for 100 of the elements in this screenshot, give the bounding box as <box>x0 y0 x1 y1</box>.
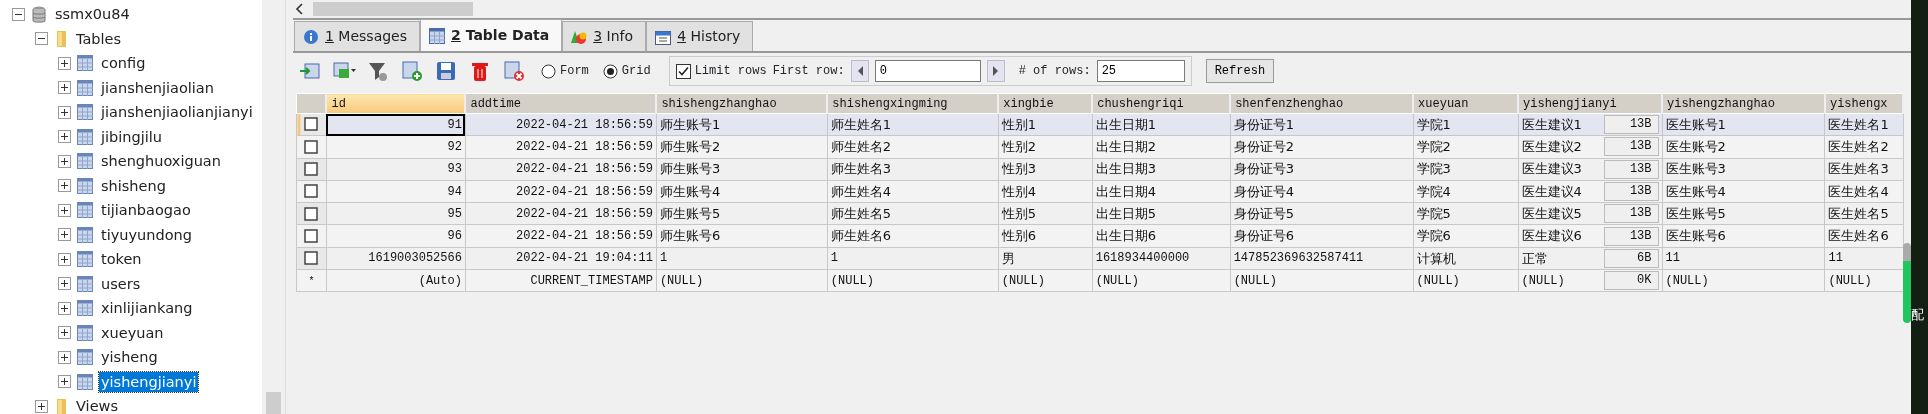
vertical-scrollbar[interactable] <box>262 0 285 414</box>
input-field[interactable]: 25 <box>1096 60 1185 82</box>
table-cell: 93 <box>326 158 466 181</box>
table-icon <box>429 27 446 44</box>
add-row-icon[interactable] <box>401 60 425 82</box>
row-checkbox[interactable] <box>304 184 319 199</box>
table-cell-text: 医生建议3 <box>1521 160 1582 179</box>
tree-item[interactable]: yisheng <box>99 347 160 368</box>
vertical-scrollbar[interactable] <box>1903 243 1911 323</box>
table-cell: 1 <box>827 247 999 270</box>
row-checkbox[interactable] <box>304 251 319 266</box>
tree-item[interactable]: tiyuyundong <box>99 224 194 245</box>
row-checkbox[interactable] <box>304 162 319 177</box>
table-cell: 男 <box>998 247 1093 270</box>
collapse-icon[interactable] <box>12 7 25 21</box>
column-header[interactable]: shenfenzhenghao <box>1230 93 1414 114</box>
table-cell: 师生姓名6 <box>827 225 999 248</box>
tree-item[interactable]: shenghuoxiguan <box>99 151 223 172</box>
table-cell: 出生日期1 <box>1092 113 1231 136</box>
desktop-text: 配 <box>1911 307 1924 322</box>
refresh-button[interactable]: Refresh <box>1205 59 1275 83</box>
tree-item[interactable]: Tables <box>74 28 124 49</box>
tree-item[interactable]: tijianbaogao <box>99 200 193 221</box>
radio-button[interactable]: Form <box>541 62 589 80</box>
expand-icon[interactable] <box>58 228 71 242</box>
tree-item[interactable]: yishengjianyi <box>99 371 199 392</box>
expand-icon[interactable] <box>58 326 71 340</box>
expand-icon[interactable] <box>58 203 71 217</box>
row-checkbox[interactable] <box>304 117 319 132</box>
row-checkbox[interactable] <box>304 139 319 154</box>
column-header[interactable]: addtime <box>465 93 657 114</box>
column-header[interactable]: yishengjianyi <box>1518 93 1662 114</box>
expand-icon[interactable] <box>58 179 71 193</box>
table-cell: 92 <box>326 135 466 159</box>
cancel-icon[interactable] <box>503 60 527 82</box>
checkbox-icon[interactable] <box>675 63 691 79</box>
tab[interactable]: 3 Info <box>562 21 647 51</box>
tree-item[interactable]: xinlijiankang <box>99 298 195 319</box>
tree-item[interactable]: Views <box>74 396 120 414</box>
expand-icon[interactable] <box>58 277 71 291</box>
column-header[interactable]: shishengxingming <box>827 93 999 114</box>
table-cell: 性别3 <box>998 158 1093 181</box>
tree-item[interactable]: ssmx0u84 <box>53 4 132 25</box>
input-field[interactable]: 0 <box>874 60 981 82</box>
table-cell: 身份证号4 <box>1230 180 1414 203</box>
tree-item[interactable]: jianshenjiaolianjianyi <box>99 102 255 123</box>
table-cell-text: 医生建议4 <box>1521 182 1582 201</box>
expand-icon[interactable] <box>58 301 71 315</box>
row-checkbox[interactable] <box>304 206 319 221</box>
tree-item[interactable]: jibingjilu <box>99 126 164 147</box>
table-cell: 师生姓名1 <box>827 113 999 136</box>
table-cell: 医生账号5 <box>1662 202 1825 225</box>
right-arrow-icon[interactable] <box>991 65 1000 77</box>
table-cell: 身份证号5 <box>1230 202 1414 225</box>
column-header[interactable]: xingbie <box>998 93 1093 114</box>
row-header[interactable] <box>296 113 327 136</box>
column-header[interactable]: chushengriqi <box>1092 93 1231 114</box>
expand-icon[interactable] <box>58 350 71 364</box>
checkbox[interactable]: Limit rows <box>675 62 767 80</box>
expand-icon[interactable] <box>58 105 71 119</box>
expand-icon[interactable] <box>58 130 71 144</box>
table-cell: (NULL) <box>1662 269 1825 292</box>
row-header[interactable]: * <box>296 269 327 292</box>
tree-item[interactable]: users <box>99 273 143 294</box>
tree-item[interactable]: xueyuan <box>99 322 166 343</box>
expand-icon[interactable] <box>58 252 71 266</box>
tab[interactable]: 1 Messages <box>294 21 421 51</box>
table-icon <box>77 275 93 292</box>
tree-item[interactable]: token <box>99 249 144 270</box>
new-row-marker: * <box>308 275 315 287</box>
table-cell: 1619003052566 <box>326 247 466 270</box>
tree-item[interactable]: jianshenjiaolian <box>99 77 216 98</box>
column-header[interactable]: xueyuan <box>1413 93 1519 114</box>
radio-icon[interactable] <box>602 63 618 79</box>
column-header[interactable]: yishengx <box>1824 93 1903 114</box>
expand-icon[interactable] <box>58 375 71 389</box>
column-header[interactable]: shishengzhanghao <box>656 93 828 114</box>
expand-icon[interactable] <box>58 56 71 70</box>
next-button[interactable] <box>986 60 1005 82</box>
collapse-icon[interactable] <box>35 32 48 46</box>
table-icon <box>77 373 93 390</box>
radio-icon[interactable] <box>541 63 556 79</box>
table-cell: (Auto) <box>326 269 466 292</box>
insert-row-icon[interactable] <box>299 60 323 82</box>
table-cell-text: 医生建议2 <box>1521 138 1582 157</box>
tree-item[interactable]: shisheng <box>99 175 168 196</box>
previous-button[interactable] <box>850 60 869 82</box>
expand-icon[interactable] <box>35 399 48 413</box>
row-checkbox[interactable] <box>304 228 319 243</box>
column-header[interactable]: yishengzhanghao <box>1662 93 1825 114</box>
table-cell-text: 正常 <box>1521 249 1548 268</box>
expand-icon[interactable] <box>58 154 71 168</box>
size-badge: 6B <box>1603 248 1659 268</box>
tree-item[interactable]: config <box>99 53 148 74</box>
tab[interactable]: 2 Table Data <box>420 19 563 51</box>
radio-button[interactable]: Grid <box>602 62 651 80</box>
tab[interactable]: 4 History <box>646 21 754 51</box>
column-header[interactable]: id <box>326 93 466 114</box>
expand-icon[interactable] <box>58 81 71 95</box>
database-icon <box>31 4 47 24</box>
